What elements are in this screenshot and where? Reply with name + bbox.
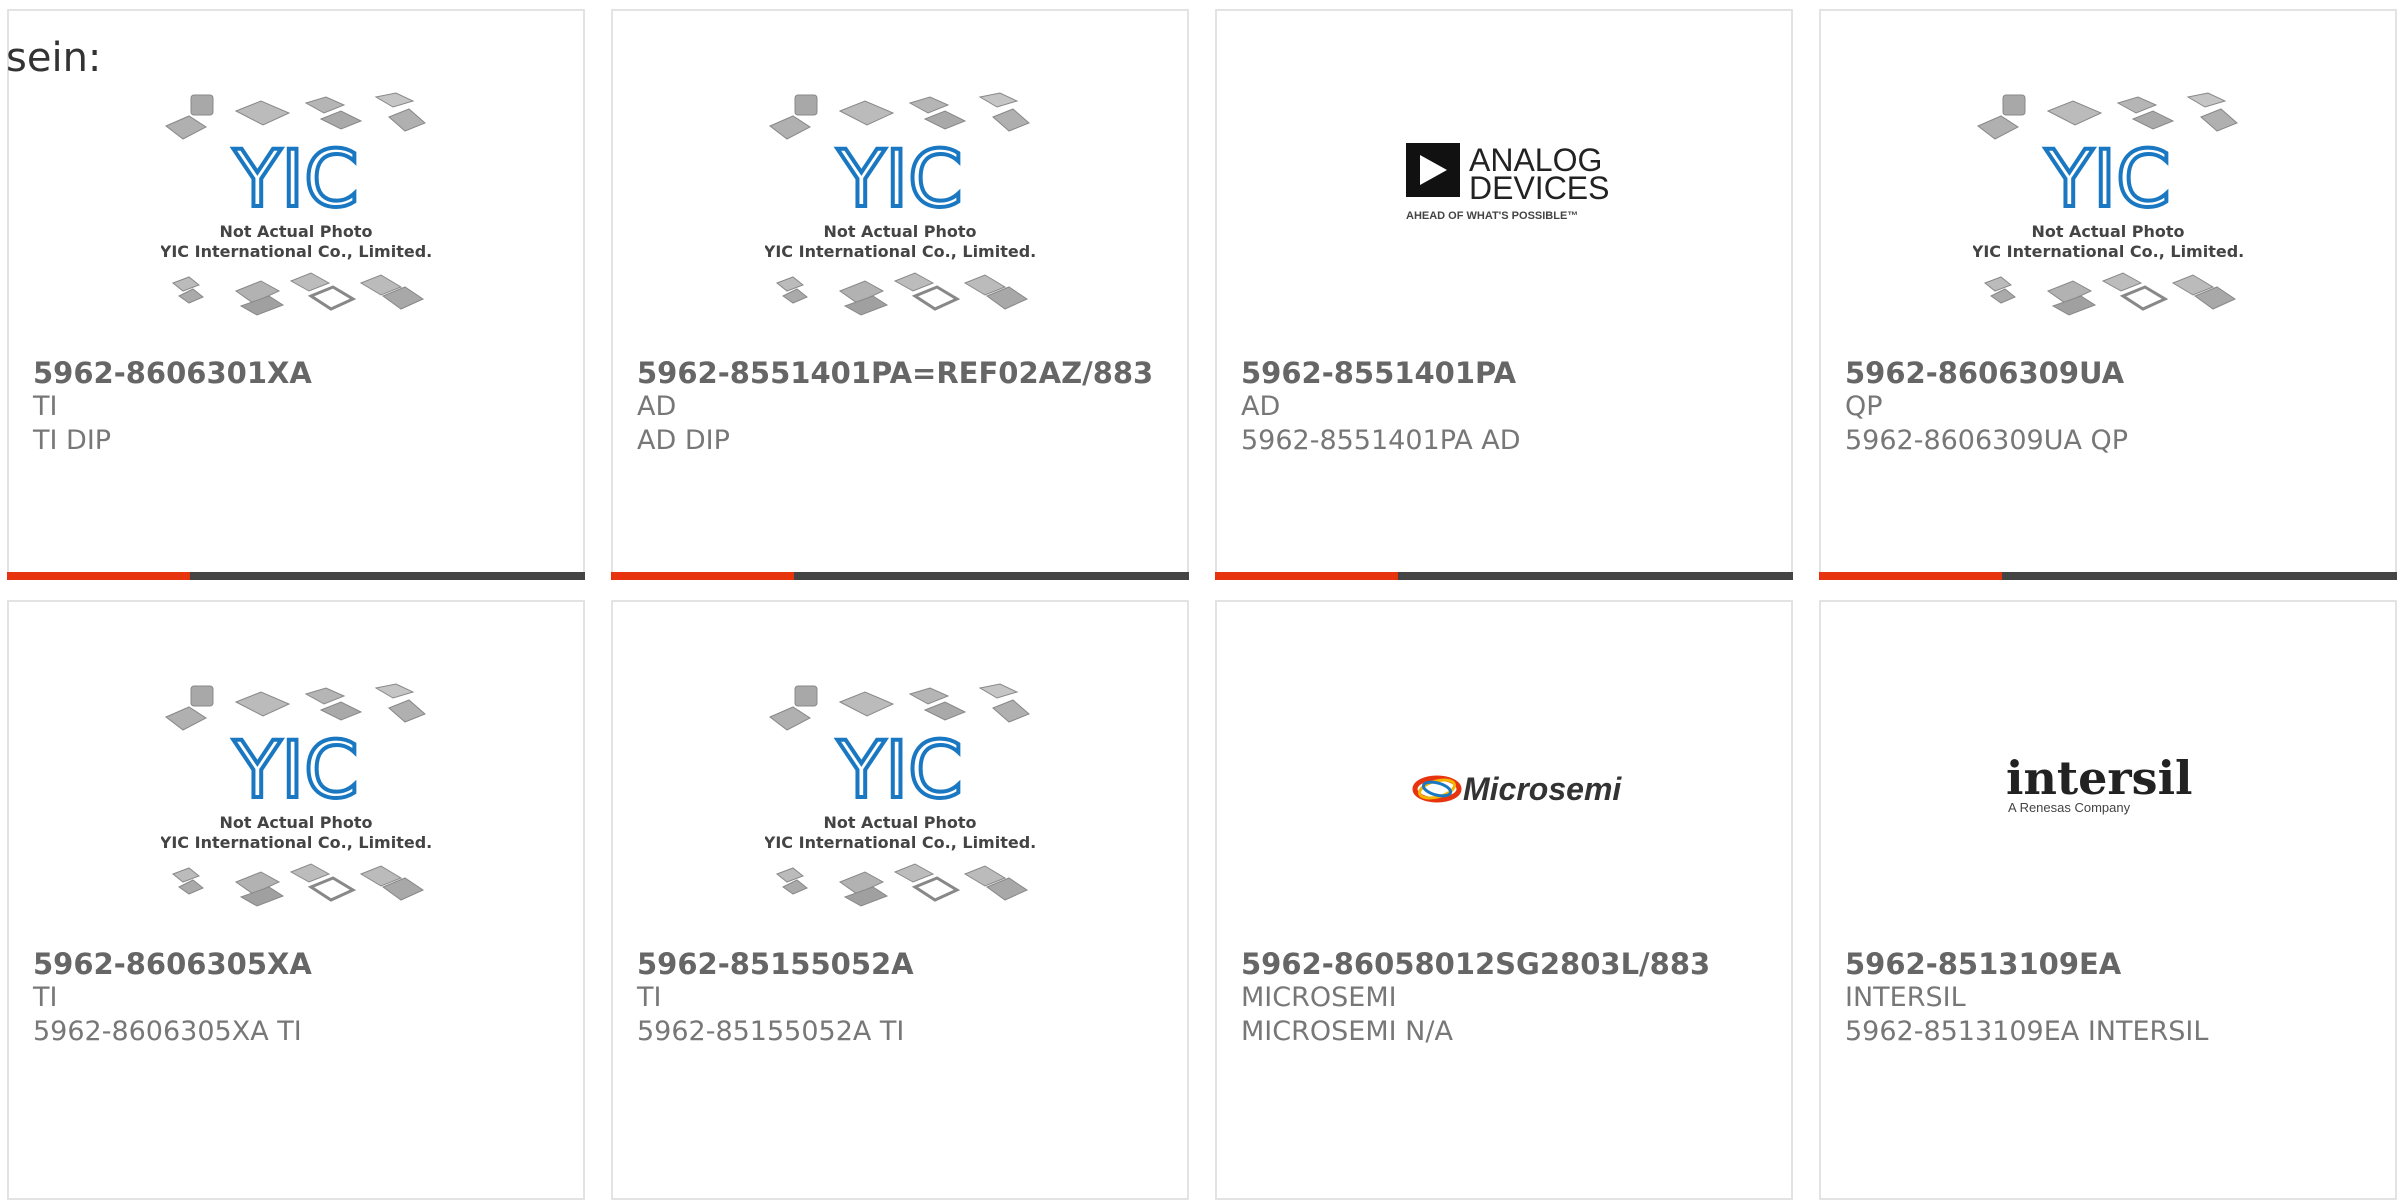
svg-text:Not Actual Photo: Not Actual Photo [219, 813, 372, 832]
product-description: AD DIP [637, 425, 730, 456]
product-brand: AD [1241, 391, 1281, 422]
yic-placeholder-icon: YIC Not Actual Photo YIC International C… [161, 92, 431, 316]
yic-placeholder-icon: YIC Not Actual Photo YIC International C… [1973, 92, 2243, 316]
svg-text:DEVICES: DEVICES [1469, 170, 1609, 206]
card-bar-accent [611, 572, 794, 580]
product-part-number[interactable]: 5962-8513109EA [1845, 947, 2121, 981]
product-description: MICROSEMI N/A [1241, 1016, 1453, 1047]
product-description: 5962-85155052A TI [637, 1016, 905, 1047]
svg-text:YIC: YIC [232, 135, 358, 225]
product-image-placeholder[interactable]: YIC Not Actual Photo YIC International C… [9, 91, 583, 351]
svg-text:YIC: YIC [232, 726, 358, 816]
product-description: 5962-8513109EA INTERSIL [1845, 1016, 2209, 1047]
card-bar-accent [7, 572, 190, 580]
product-part-number[interactable]: 5962-8606305XA [33, 947, 312, 981]
product-description: 5962-8606309UA QP [1845, 425, 2129, 456]
card-bar [7, 572, 585, 580]
product-brand: MICROSEMI [1241, 982, 1397, 1013]
svg-text:YIC International Co., Limited: YIC International Co., Limited. [765, 242, 1035, 261]
product-brand: INTERSIL [1845, 982, 1966, 1013]
product-card[interactable]: ANALOG DEVICES AHEAD OF WHAT'S POSSIBLE™… [1215, 9, 1793, 580]
yic-placeholder-icon: YIC Not Actual Photo YIC International C… [765, 683, 1035, 907]
svg-text:Microsemi: Microsemi [1463, 771, 1622, 807]
analog-devices-logo-icon: ANALOG DEVICES AHEAD OF WHAT'S POSSIBLE™ [1406, 142, 1609, 222]
product-description: 5962-8606305XA TI [33, 1016, 302, 1047]
product-brand: TI [33, 982, 58, 1013]
card-bar-accent [1215, 572, 1398, 580]
svg-text:Not Actual Photo: Not Actual Photo [219, 222, 372, 241]
svg-text:YIC International Co., Limited: YIC International Co., Limited. [161, 242, 431, 261]
product-image-placeholder[interactable]: YIC Not Actual Photo YIC International C… [613, 682, 1187, 942]
card-bar [611, 572, 1189, 580]
svg-text:YIC International Co., Limited: YIC International Co., Limited. [1973, 242, 2243, 261]
svg-text:YIC International Co., Limited: YIC International Co., Limited. [765, 833, 1035, 852]
product-part-number[interactable]: 5962-8606301XA [33, 356, 312, 390]
section-heading: sein: [6, 35, 102, 81]
intersil-logo-icon: intersil A Renesas Company [2006, 751, 2193, 815]
svg-text:Not Actual Photo: Not Actual Photo [823, 222, 976, 241]
product-card[interactable]: YIC Not Actual Photo YIC International C… [7, 600, 585, 1200]
microsemi-logo-icon: Microsemi [1412, 771, 1622, 807]
product-card[interactable]: YIC Not Actual Photo YIC International C… [7, 9, 585, 580]
product-card[interactable]: YIC Not Actual Photo YIC International C… [611, 600, 1189, 1200]
product-card[interactable]: Microsemi 5962-86058012SG2803L/883 MICRO… [1215, 600, 1793, 1200]
card-bar-accent [1819, 572, 2002, 580]
product-image[interactable]: intersil A Renesas Company [1821, 682, 2395, 942]
product-part-number[interactable]: 5962-8606309UA [1845, 356, 2124, 390]
svg-text:Not Actual Photo: Not Actual Photo [823, 813, 976, 832]
svg-text:YIC: YIC [836, 726, 962, 816]
card-bar [1215, 572, 1793, 580]
yic-placeholder-icon: YIC Not Actual Photo YIC International C… [765, 92, 1035, 316]
product-image-placeholder[interactable]: YIC Not Actual Photo YIC International C… [613, 91, 1187, 351]
yic-placeholder-icon: YIC Not Actual Photo YIC International C… [161, 683, 431, 907]
product-image-placeholder[interactable]: YIC Not Actual Photo YIC International C… [1821, 91, 2395, 351]
product-part-number[interactable]: 5962-8551401PA [1241, 356, 1516, 390]
product-card[interactable]: YIC Not Actual Photo YIC International C… [611, 9, 1189, 580]
product-card[interactable]: intersil A Renesas Company 5962-8513109E… [1819, 600, 2397, 1200]
product-description: TI DIP [33, 425, 112, 456]
product-description: 5962-8551401PA AD [1241, 425, 1521, 456]
product-image-placeholder[interactable]: YIC Not Actual Photo YIC International C… [9, 682, 583, 942]
svg-text:AHEAD OF WHAT'S POSSIBLE™: AHEAD OF WHAT'S POSSIBLE™ [1406, 210, 1578, 222]
product-brand: QP [1845, 391, 1883, 422]
product-image[interactable]: ANALOG DEVICES AHEAD OF WHAT'S POSSIBLE™ [1217, 91, 1791, 351]
product-image[interactable]: Microsemi [1217, 682, 1791, 942]
card-bar [1819, 572, 2397, 580]
svg-text:A Renesas Company: A Renesas Company [2008, 800, 2131, 815]
product-part-number[interactable]: 5962-85155052A [637, 947, 914, 981]
product-part-number[interactable]: 5962-86058012SG2803L/883 [1241, 947, 1710, 981]
product-part-number[interactable]: 5962-8551401PA=REF02AZ/883 [637, 356, 1153, 390]
product-brand: TI [637, 982, 662, 1013]
product-brand: TI [33, 391, 58, 422]
product-brand: AD [637, 391, 677, 422]
svg-text:Not Actual Photo: Not Actual Photo [2031, 222, 2184, 241]
svg-text:YIC International Co., Limited: YIC International Co., Limited. [161, 833, 431, 852]
svg-text:YIC: YIC [836, 135, 962, 225]
product-card[interactable]: YIC Not Actual Photo YIC International C… [1819, 9, 2397, 580]
svg-text:YIC: YIC [2044, 135, 2170, 225]
svg-text:intersil: intersil [2006, 751, 2193, 805]
